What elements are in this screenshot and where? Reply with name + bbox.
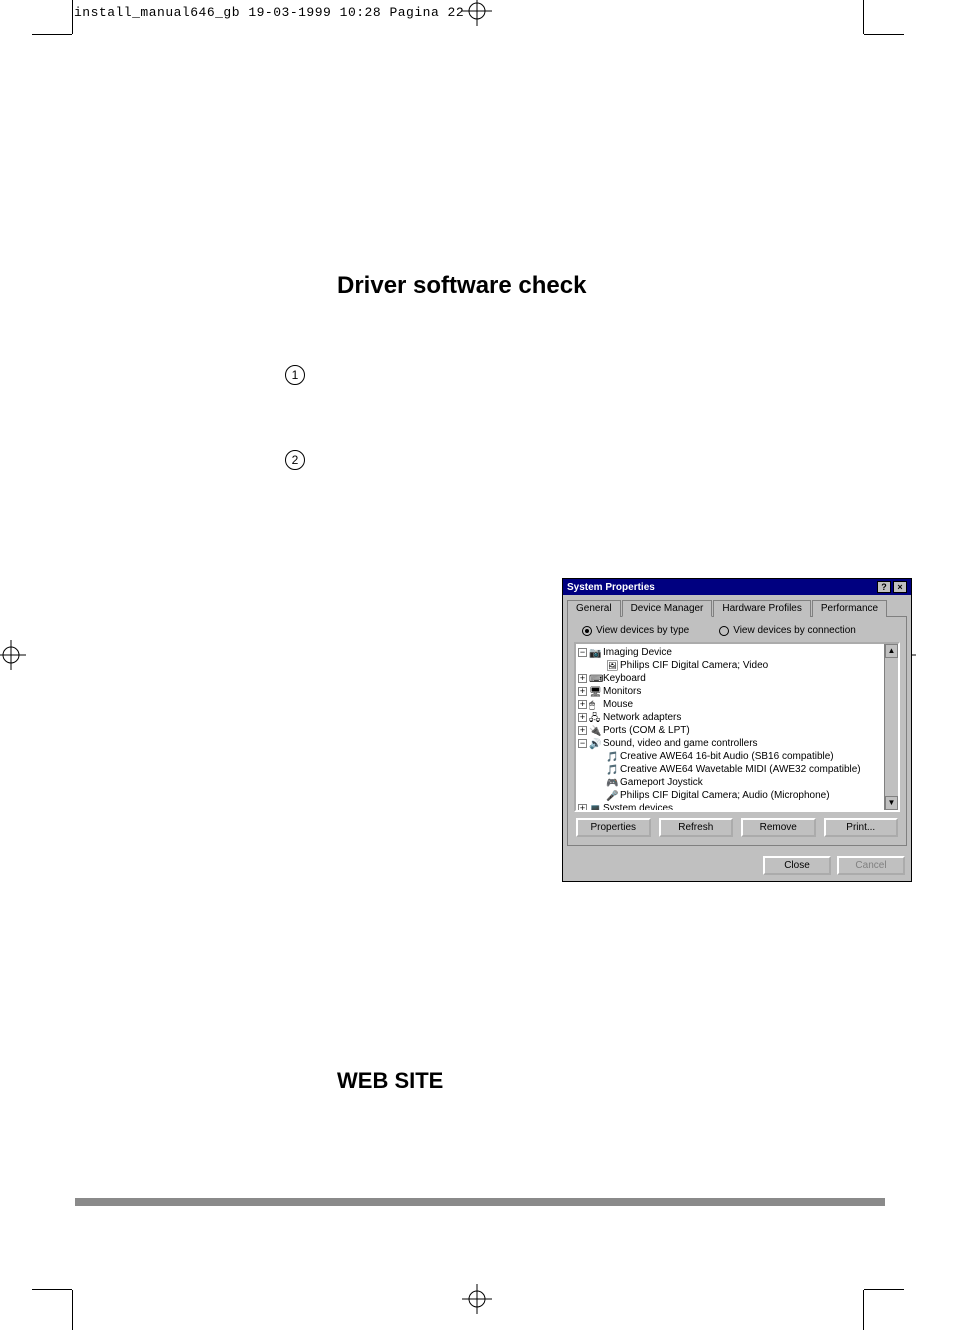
device-category-icon: ⌨ [589, 673, 601, 683]
device-icon: 🎤 [606, 790, 618, 800]
tree-node[interactable]: Creative AWE64 Wavetable MIDI (AWE32 com… [620, 764, 861, 775]
device-manager-panel: View devices by type View devices by con… [567, 616, 907, 846]
system-properties-dialog: System Properties ? × General Device Man… [562, 578, 912, 882]
scroll-down-button[interactable]: ▼ [885, 796, 898, 810]
device-icon: 🎵 [606, 751, 618, 761]
device-tree[interactable]: −📷Imaging Device 🖼Philips CIF Digital Ca… [574, 642, 900, 812]
footer-bar [75, 1198, 885, 1206]
device-category-icon: 🔌 [589, 725, 601, 735]
device-category-icon: 📷 [589, 647, 601, 657]
radio-view-by-type[interactable]: View devices by type [582, 625, 689, 636]
properties-button[interactable]: Properties [576, 818, 651, 837]
dialog-tabs: General Device Manager Hardware Profiles… [563, 595, 911, 616]
print-button[interactable]: Print... [824, 818, 899, 837]
tree-node[interactable]: Gameport Joystick [620, 777, 703, 788]
device-category-icon: 🖧 [589, 712, 601, 722]
tab-performance[interactable]: Performance [812, 600, 887, 617]
step-bullet-2: 2 [285, 450, 305, 470]
tab-device-manager[interactable]: Device Manager [622, 600, 713, 617]
tree-node[interactable]: System devices [603, 803, 673, 812]
tree-node[interactable]: Philips CIF Digital Camera; Audio (Micro… [620, 790, 830, 801]
tree-node[interactable]: Monitors [603, 686, 641, 697]
radio-icon [582, 626, 592, 636]
scroll-up-button[interactable]: ▲ [885, 644, 898, 658]
step-bullet-1: 1 [285, 365, 305, 385]
registration-mark-icon [0, 640, 26, 670]
radio-icon [719, 626, 729, 636]
cancel-button[interactable]: Cancel [837, 856, 905, 875]
device-icon: 🎵 [606, 764, 618, 774]
tree-node[interactable]: Ports (COM & LPT) [603, 725, 690, 736]
device-icon: 🎮 [606, 777, 618, 787]
scrollbar[interactable]: ▲ ▼ [884, 644, 898, 810]
dialog-titlebar[interactable]: System Properties ? × [563, 579, 911, 595]
device-category-icon: 💻 [589, 803, 601, 812]
tree-node[interactable]: Imaging Device [603, 647, 672, 658]
device-category-icon: 🖥 [589, 686, 601, 696]
page-header-line: install_manual646_gb 19-03-1999 10:28 Pa… [74, 5, 464, 20]
registration-mark-icon [462, 0, 492, 26]
device-category-icon: 🔊 [589, 738, 601, 748]
page-content: Driver software check 1 2 System Propert… [75, 78, 885, 1268]
dialog-title: System Properties [567, 582, 655, 593]
titlebar-close-button[interactable]: × [893, 581, 907, 593]
tab-hardware-profiles[interactable]: Hardware Profiles [713, 600, 810, 617]
tree-node[interactable]: Keyboard [603, 673, 646, 684]
tab-general[interactable]: General [567, 600, 621, 617]
device-category-icon: 🖱 [589, 699, 601, 709]
radio-view-by-connection[interactable]: View devices by connection [719, 625, 856, 636]
radio-label: View devices by type [596, 625, 689, 636]
titlebar-help-button[interactable]: ? [877, 581, 891, 593]
refresh-button[interactable]: Refresh [659, 818, 734, 837]
tree-node[interactable]: Mouse [603, 699, 633, 710]
tree-node[interactable]: Creative AWE64 16-bit Audio (SB16 compat… [620, 751, 834, 762]
heading-driver-software-check: Driver software check [337, 272, 586, 300]
tree-node[interactable]: Sound, video and game controllers [603, 738, 758, 749]
remove-button[interactable]: Remove [741, 818, 816, 837]
heading-web-site: WEB SITE [337, 1068, 443, 1094]
device-icon: 🖼 [606, 660, 618, 670]
close-button[interactable]: Close [763, 856, 831, 875]
tree-node[interactable]: Philips CIF Digital Camera; Video [620, 660, 768, 671]
tree-node[interactable]: Network adapters [603, 712, 681, 723]
radio-label: View devices by connection [733, 625, 856, 636]
